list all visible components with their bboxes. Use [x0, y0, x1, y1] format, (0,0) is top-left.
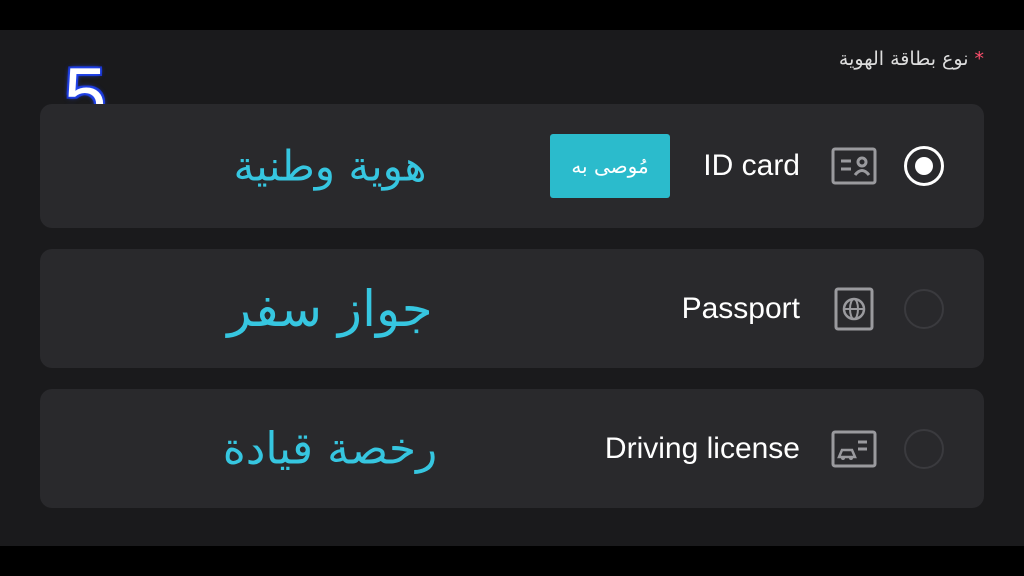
arabic-caption-driving-license: رخصة قيادة	[222, 423, 438, 474]
id-type-field-label: *نوع بطاقة الهوية	[839, 48, 984, 70]
arabic-caption-passport: جواز سفر	[227, 279, 433, 338]
radio-id-card[interactable]	[904, 146, 944, 186]
recommended-badge: مُوصى به	[550, 134, 670, 198]
option-label-passport: Passport	[681, 291, 800, 325]
required-asterisk: *	[974, 48, 985, 70]
arabic-caption-id-card: هوية وطنية	[233, 141, 427, 191]
id-card-icon	[831, 147, 877, 185]
option-driving-license[interactable]: Driving license رخصة قيادة	[40, 389, 984, 508]
passport-globe-icon	[834, 287, 874, 330]
radio-selected-dot	[915, 157, 933, 175]
driving-license-icon	[831, 430, 877, 467]
option-label-id-card: ID card	[703, 149, 800, 182]
field-label-text: نوع بطاقة الهوية	[838, 48, 969, 70]
radio-driving-license[interactable]	[904, 428, 944, 469]
option-passport[interactable]: Passport جواز سفر	[40, 249, 984, 368]
option-id-card[interactable]: ID card مُوصى به هوية وطنية	[40, 104, 984, 228]
option-label-driving-license: Driving license	[604, 431, 800, 465]
radio-passport[interactable]	[904, 288, 944, 329]
